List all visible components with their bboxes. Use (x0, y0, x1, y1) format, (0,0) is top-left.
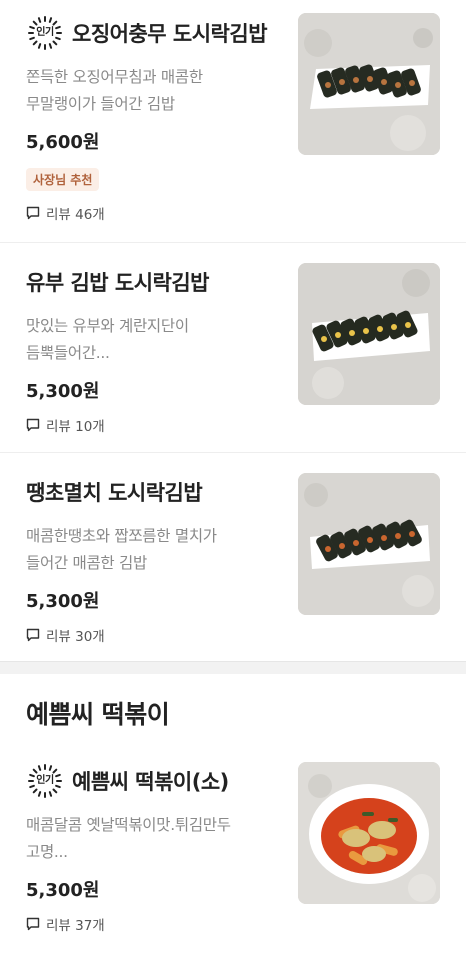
menu-title: 땡초멸치 도시락김밥 (26, 481, 203, 505)
review-count-label: 리뷰 30개 (46, 629, 105, 645)
review-count[interactable]: 리뷰 46개 (26, 203, 276, 223)
menu-item[interactable]: 인기 예쁨씨 떡볶이(소) 매콤달콤 옛날떡볶이맛.튀김만두 고명... 5,3… (0, 752, 466, 962)
popular-badge-icon: 인기 (26, 762, 64, 800)
gimbap-plate-image (298, 473, 440, 615)
speech-bubble-icon (26, 628, 40, 642)
menu-description-line: 듬뿍들어간... (26, 344, 110, 362)
popular-badge-label: 인기 (36, 27, 54, 38)
menu-price: 5,600원 (26, 132, 100, 153)
menu-item[interactable]: 유부 김밥 도시락김밥 맛있는 유부와 계란지단이 듬뿍들어간... 5,300… (0, 243, 466, 453)
menu-description-line: 쫀득한 오징어무침과 매콤한 (26, 68, 203, 86)
menu-description: 매콤달콤 옛날떡볶이맛.튀김만두 고명... (26, 812, 276, 866)
menu-description-line: 들어간 매콤한 김밥 (26, 554, 147, 572)
review-count[interactable]: 리뷰 37개 (26, 914, 276, 934)
menu-description-line: 고명... (26, 843, 68, 861)
popular-badge-icon: 인기 (26, 14, 64, 52)
speech-bubble-icon (26, 418, 40, 432)
speech-bubble-icon (26, 917, 40, 931)
tteokbokki-bowl-image (298, 762, 440, 904)
menu-price: 5,300원 (26, 591, 100, 612)
menu-description-line: 매콤달콤 옛날떡볶이맛.튀김만두 (26, 816, 231, 834)
owner-recommend-badge: 사장님 추천 (26, 168, 100, 191)
gimbap-plate-image (298, 13, 440, 155)
review-count-label: 리뷰 46개 (46, 207, 105, 223)
menu-description-line: 무말랭이가 들어간 김밥 (26, 95, 175, 113)
menu-price: 5,300원 (26, 880, 100, 901)
menu-title: 유부 김밥 도시락김밥 (26, 271, 210, 295)
menu-image[interactable] (298, 263, 440, 405)
gimbap-plate-image (298, 263, 440, 405)
speech-bubble-icon (26, 206, 40, 220)
review-count-label: 리뷰 37개 (46, 918, 105, 934)
menu-image[interactable] (298, 13, 440, 155)
section-divider (0, 661, 466, 674)
review-count[interactable]: 리뷰 10개 (26, 415, 276, 435)
menu-image[interactable] (298, 473, 440, 615)
menu-price: 5,300원 (26, 381, 100, 402)
menu-description-line: 맛있는 유부와 계란지단이 (26, 317, 189, 335)
popular-badge-label: 인기 (36, 775, 54, 786)
menu-title: 오징어충무 도시락김밥 (72, 22, 268, 46)
menu-title: 예쁨씨 떡볶이(소) (72, 770, 229, 794)
section-title: 예쁨씨 떡볶이 (26, 700, 170, 729)
review-count-label: 리뷰 10개 (46, 419, 105, 435)
menu-description: 쫀득한 오징어무침과 매콤한 무말랭이가 들어간 김밥 (26, 64, 276, 118)
menu-description: 맛있는 유부와 계란지단이 듬뿍들어간... (26, 313, 276, 367)
menu-description-line: 매콤한땡초와 짭쪼름한 멸치가 (26, 527, 217, 545)
review-count[interactable]: 리뷰 30개 (26, 625, 276, 645)
menu-description: 매콤한땡초와 짭쪼름한 멸치가 들어간 매콤한 김밥 (26, 523, 276, 577)
menu-image[interactable] (298, 762, 440, 904)
menu-item[interactable]: 인기 오징어충무 도시락김밥 쫀득한 오징어무침과 매콤한 무말랭이가 들어간 … (0, 0, 466, 243)
menu-item[interactable]: 땡초멸치 도시락김밥 매콤한땡초와 짭쪼름한 멸치가 들어간 매콤한 김밥 5,… (0, 453, 466, 661)
